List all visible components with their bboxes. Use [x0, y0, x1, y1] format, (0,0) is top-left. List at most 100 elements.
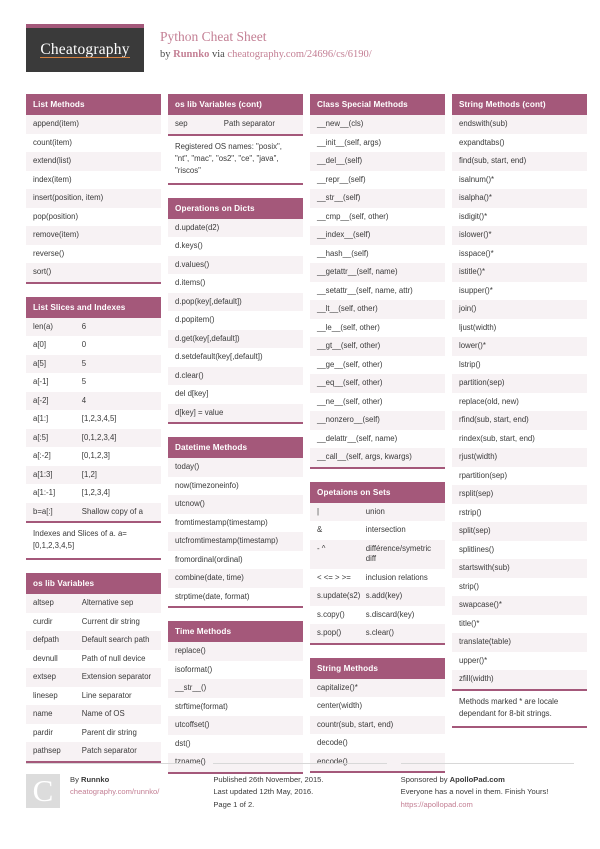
- footer-sponsor-link[interactable]: https://apollopad.com: [401, 799, 574, 812]
- table-row: isdigit()*: [452, 207, 587, 226]
- row-key: curdir: [33, 616, 53, 626]
- row-key: partition(sep): [459, 378, 505, 387]
- table-row: isalnum()*: [452, 170, 587, 189]
- row-key: append(item): [33, 119, 79, 128]
- row-key: s.update(s2): [317, 591, 361, 600]
- row-key: upper()*: [459, 655, 488, 665]
- row-key: len(a): [33, 321, 53, 331]
- table-row: title()*: [452, 614, 587, 633]
- row-key: __cmp__(self, other): [317, 211, 389, 221]
- table-row: devnull Path of null device: [26, 649, 161, 668]
- byline-source-link[interactable]: cheatography.com/24696/cs/6190/: [227, 49, 371, 60]
- row-key: - ^: [317, 543, 326, 553]
- row-key: devnull: [33, 653, 58, 663]
- byline-author[interactable]: Runnko: [173, 49, 209, 60]
- footer-sponsor-block: Sponsored by ApolloPad.com Everyone has …: [400, 762, 574, 812]
- row-key: d.clear(): [175, 370, 204, 380]
- row-key: isspace()*: [459, 248, 494, 258]
- table-row: expandtabs(): [452, 133, 587, 152]
- column: List Methods append(item) count(item) exten…: [26, 94, 161, 776]
- row-value: Extension separator: [81, 672, 152, 681]
- row-key: replace(): [175, 646, 206, 655]
- row-value: [1,2,3,4,5]: [81, 414, 117, 423]
- row-key: __lt__(self, other): [317, 304, 378, 313]
- row-key: rfind(sub, start, end): [459, 415, 529, 424]
- row-key: a[1:3]: [33, 469, 53, 479]
- table-row: sort(): [26, 263, 161, 282]
- table-row: pop(position): [26, 207, 161, 226]
- card: Class Special Methods __new__(cls) __init_…: [310, 94, 445, 469]
- table-row: countr(sub, start, end): [310, 715, 445, 734]
- row-key: s.copy(): [317, 609, 345, 619]
- row-key: sort(): [33, 267, 52, 276]
- row-key: capitalize()*: [317, 682, 358, 692]
- table-row: - ^ différence/symetric diff: [310, 539, 445, 569]
- table-row: del d[key]: [168, 385, 303, 404]
- row-value: Path separator: [223, 119, 275, 128]
- row-key: d.keys(): [175, 241, 203, 250]
- table-row: upper()*: [452, 651, 587, 670]
- row-key: fromordinal(ordinal): [175, 554, 243, 564]
- table-row: zfill(width): [452, 670, 587, 689]
- card-title: Time Methods: [168, 621, 303, 642]
- table-row: __repr__(self): [310, 170, 445, 189]
- byline-via: via: [209, 49, 228, 60]
- byline: by Runnko via cheatography.com/24696/cs/…: [160, 47, 372, 62]
- row-key: __init__(self, args): [317, 137, 382, 147]
- footer-author-name: Runnko: [80, 774, 110, 784]
- row-value: différence/symetric diff: [365, 543, 432, 564]
- row-key: __str__(): [175, 683, 207, 692]
- card-note: Registered OS names: "posix", "nt", "mac…: [168, 133, 303, 183]
- row-key: __str__(self): [317, 193, 361, 202]
- row-key: rsplit(sep): [459, 489, 494, 498]
- card: List Slices and Indexes len(a) 6 a[0] 0 a[5] 5…: [26, 296, 161, 560]
- table-row: d.keys(): [168, 237, 303, 256]
- row-key: d[key] = value: [175, 407, 224, 417]
- page-header: Cheatography Python Cheat Sheet by Runnk…: [26, 24, 574, 80]
- footer-sponsor-line: Sponsored by ApolloPad.com: [401, 774, 574, 787]
- row-key: __ge__(self, other): [317, 359, 383, 369]
- table-row: d.clear(): [168, 366, 303, 385]
- row-value: [0,1,2,3]: [81, 451, 110, 460]
- table-row: count(item): [26, 133, 161, 152]
- row-key: __gt__(self, other): [317, 341, 381, 350]
- row-key: extend(list): [33, 156, 72, 165]
- row-key: __repr__(self): [317, 174, 366, 184]
- row-key: now(timezoneinfo): [175, 480, 239, 490]
- table-row: __getattr__(self, name): [310, 263, 445, 282]
- row-key: dst(): [175, 738, 191, 748]
- table-row: len(a) 6: [26, 317, 161, 336]
- table-row: capitalize()*: [310, 678, 445, 697]
- row-key: utcnow(): [175, 499, 205, 508]
- row-value: 6: [81, 321, 87, 331]
- table-row: utcfromtimestamp(timestamp): [168, 532, 303, 551]
- table-row: rstrip(): [452, 503, 587, 522]
- table-row: isspace()*: [452, 244, 587, 263]
- card-note: Indexes and Slices of a. a=[0,1,2,3,4,5]: [26, 521, 161, 558]
- row-key: count(item): [33, 137, 72, 147]
- card: Time Methods replace() isoformat() __str__(…: [168, 621, 303, 774]
- cheatography-logo[interactable]: Cheatography: [26, 24, 144, 72]
- row-value: Line separator: [81, 690, 132, 700]
- row-key: rstrip(): [459, 507, 482, 517]
- row-key: d.update(d2): [175, 222, 220, 232]
- row-key: utcfromtimestamp(timestamp): [175, 536, 279, 545]
- table-row: d[key] = value: [168, 403, 303, 422]
- footer-sponsor-name[interactable]: ApolloPad.com: [450, 775, 505, 784]
- row-key: altsep: [33, 598, 54, 607]
- table-row: __cmp__(self, other): [310, 207, 445, 226]
- table-row: s.copy() s.discard(key): [310, 605, 445, 624]
- table-row: d.get(key[,default]): [168, 329, 303, 348]
- card: os lib Variables altsep Alternative sep cur…: [26, 573, 161, 763]
- row-key: a[5]: [33, 358, 47, 368]
- table-row: center(width): [310, 697, 445, 716]
- row-key: index(item): [33, 174, 72, 184]
- table-row: d.values(): [168, 255, 303, 274]
- card-note: Methods marked * are locale dependant fo…: [452, 688, 587, 726]
- row-key: d.popitem(): [175, 315, 215, 324]
- footer-author-link[interactable]: cheatography.com/runnko/: [70, 786, 159, 799]
- table-row: istitle()*: [452, 263, 587, 282]
- table-row: translate(table): [452, 633, 587, 652]
- table-row: __call__(self, args, kwargs): [310, 448, 445, 467]
- table-row: & intersection: [310, 521, 445, 540]
